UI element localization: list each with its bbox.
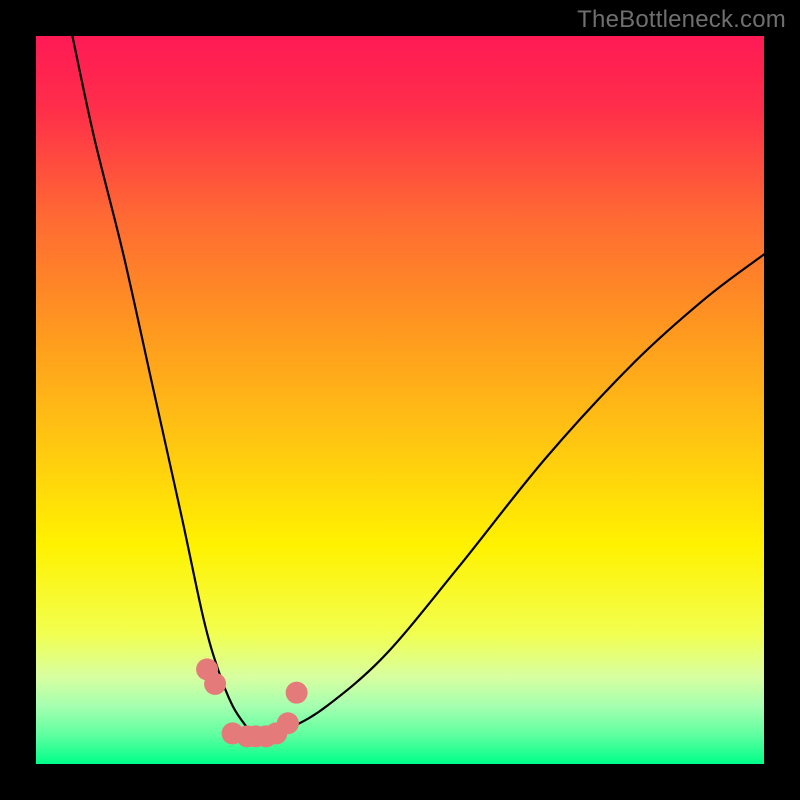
highlight-dot — [277, 712, 299, 734]
chart-frame: TheBottleneck.com — [0, 0, 800, 800]
plot-area — [36, 36, 764, 764]
bottleneck-curve — [72, 36, 764, 736]
chart-lines — [36, 36, 764, 764]
highlight-dot — [204, 673, 226, 695]
highlight-dots — [196, 658, 308, 747]
watermark-text: TheBottleneck.com — [577, 6, 786, 34]
highlight-dot — [286, 682, 308, 704]
